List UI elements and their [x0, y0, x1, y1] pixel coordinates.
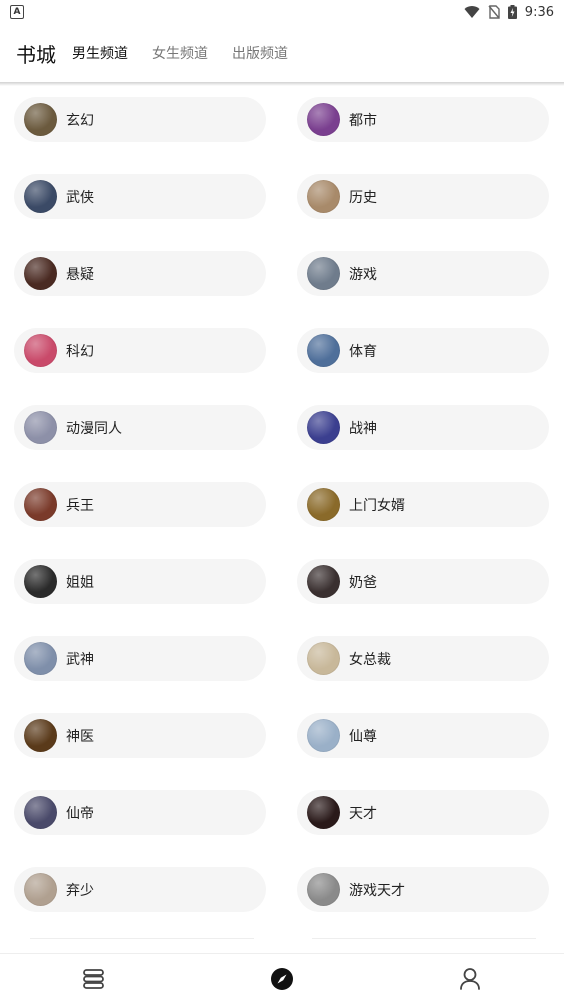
category-label: 奶爸	[349, 574, 377, 591]
category-item[interactable]: 武侠	[14, 174, 266, 219]
category-item[interactable]: 武神	[14, 636, 266, 681]
book-cover-thumbnail	[24, 565, 57, 598]
category-label: 战神	[349, 420, 377, 437]
book-cover-thumbnail	[307, 180, 340, 213]
book-cover-thumbnail	[307, 796, 340, 829]
book-cover-thumbnail	[307, 488, 340, 521]
bottom-nav	[0, 953, 564, 1003]
category-label: 女总裁	[349, 651, 391, 668]
category-label: 游戏天才	[349, 882, 405, 899]
category-label: 历史	[349, 189, 377, 206]
book-cover-thumbnail	[307, 257, 340, 290]
category-label: 武神	[66, 651, 94, 668]
wifi-icon	[464, 6, 480, 19]
partial-category-item	[30, 938, 254, 947]
book-cover-thumbnail	[24, 257, 57, 290]
category-item[interactable]: 历史	[297, 174, 549, 219]
book-cover-thumbnail	[307, 719, 340, 752]
nav-profile[interactable]	[440, 959, 500, 999]
book-cover-thumbnail	[24, 642, 57, 675]
tab-male-channel[interactable]: 男生频道	[72, 43, 128, 63]
category-label: 游戏	[349, 266, 377, 283]
header-divider	[0, 82, 564, 86]
category-item[interactable]: 兵王	[14, 482, 266, 527]
nav-bookshelf[interactable]	[64, 959, 124, 999]
category-label: 神医	[66, 728, 94, 745]
book-cover-thumbnail	[24, 873, 57, 906]
category-item[interactable]: 体育	[297, 328, 549, 373]
book-cover-thumbnail	[307, 334, 340, 367]
category-label: 都市	[349, 112, 377, 129]
category-item[interactable]: 战神	[297, 405, 549, 450]
category-label: 兵王	[66, 497, 94, 514]
category-item[interactable]: 神医	[14, 713, 266, 758]
page-title: 书城	[16, 42, 56, 67]
category-item[interactable]: 游戏	[297, 251, 549, 296]
bookshelf-icon	[83, 968, 104, 989]
category-label: 悬疑	[66, 266, 94, 283]
category-item[interactable]: 仙帝	[14, 790, 266, 835]
book-cover-thumbnail	[307, 873, 340, 906]
category-label: 仙尊	[349, 728, 377, 745]
category-label: 科幻	[66, 343, 94, 360]
category-label: 动漫同人	[66, 420, 122, 437]
category-label: 仙帝	[66, 805, 94, 822]
book-cover-thumbnail	[307, 565, 340, 598]
category-label: 弃少	[66, 882, 94, 899]
category-item[interactable]: 游戏天才	[297, 867, 549, 912]
status-time: 9:36	[524, 4, 554, 20]
book-cover-thumbnail	[24, 488, 57, 521]
category-item[interactable]: 动漫同人	[14, 405, 266, 450]
category-label: 上门女婿	[349, 497, 405, 514]
book-cover-thumbnail	[307, 411, 340, 444]
category-label: 姐姐	[66, 574, 94, 591]
category-grid: 玄幻 都市 武侠 历史 悬疑 游戏 科幻 体育 动漫同人 战神 兵王 上门女婿 …	[14, 97, 550, 912]
book-cover-thumbnail	[307, 103, 340, 136]
header: 书城 男生频道 女生频道 出版频道	[0, 24, 564, 82]
category-label: 武侠	[66, 189, 94, 206]
notification-a-icon: A	[10, 5, 24, 19]
book-cover-thumbnail	[24, 103, 57, 136]
partial-category-item	[312, 938, 536, 947]
category-item[interactable]: 玄幻	[14, 97, 266, 142]
category-item[interactable]: 仙尊	[297, 713, 549, 758]
book-cover-thumbnail	[24, 334, 57, 367]
profile-icon	[460, 967, 480, 990]
category-item[interactable]: 科幻	[14, 328, 266, 373]
category-item[interactable]: 悬疑	[14, 251, 266, 296]
discover-compass-icon	[271, 967, 293, 990]
battery-charging-icon	[507, 5, 517, 19]
category-item[interactable]: 天才	[297, 790, 549, 835]
book-cover-thumbnail	[24, 796, 57, 829]
book-cover-thumbnail	[24, 180, 57, 213]
category-item[interactable]: 姐姐	[14, 559, 266, 604]
no-sim-icon	[488, 5, 500, 19]
book-cover-thumbnail	[24, 411, 57, 444]
category-item[interactable]: 弃少	[14, 867, 266, 912]
book-cover-thumbnail	[307, 642, 340, 675]
category-item[interactable]: 上门女婿	[297, 482, 549, 527]
category-label: 天才	[349, 805, 377, 822]
category-label: 体育	[349, 343, 377, 360]
category-item[interactable]: 都市	[297, 97, 549, 142]
category-item[interactable]: 奶爸	[297, 559, 549, 604]
category-item[interactable]: 女总裁	[297, 636, 549, 681]
category-label: 玄幻	[66, 112, 94, 129]
nav-discover[interactable]	[252, 959, 312, 999]
tab-female-channel[interactable]: 女生频道	[152, 43, 208, 63]
status-bar: A 9:36	[0, 0, 564, 24]
tab-publish-channel[interactable]: 出版频道	[232, 43, 288, 63]
book-cover-thumbnail	[24, 719, 57, 752]
